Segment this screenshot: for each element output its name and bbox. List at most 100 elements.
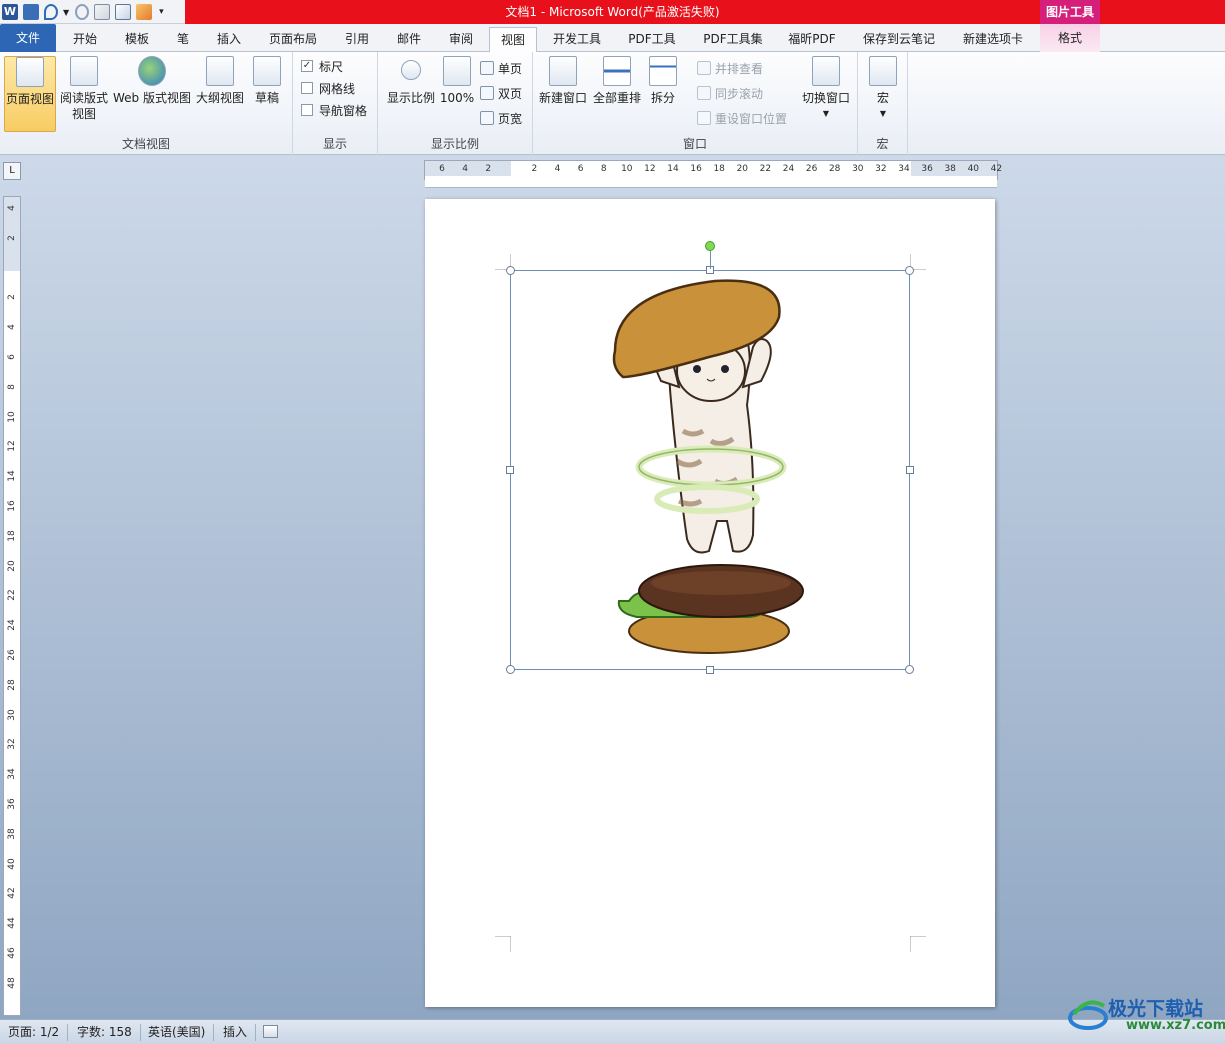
aurora-logo-icon [1068,1000,1108,1030]
window-title: 文档1 - Microsoft Word(产品激活失败) [185,0,1040,24]
tab-format[interactable]: 格式 [1040,24,1100,52]
qat-customize-icon[interactable]: ▾ [159,7,164,17]
tab-selector-button[interactable]: L [3,162,21,180]
new-window-icon [549,56,577,86]
one-page-label: 单页 [498,61,523,76]
vertical-ruler[interactable]: 4 2 2 4 6 8 10 12 14 16 18 20 22 24 26 28 30 32 34 36 38 40 42… [3,196,21,1016]
zoom-button[interactable]: 显示比例 [384,56,438,106]
split-button[interactable]: 拆分 [645,56,681,106]
status-insert-mode[interactable]: 插入 [223,1024,257,1041]
print-layout-icon [16,57,44,87]
document-workspace[interactable]: L 6 4 2 2 4 6 8 10 12 14 16 18 20 22 24 26 28 30 32 34 36 38 4… [0,156,1225,1019]
page-width-button[interactable]: 页宽 [480,109,522,127]
one-page-button[interactable]: 单页 [480,59,522,77]
status-bar: 页面: 1/2 字数: 158 英语(美国) 插入 [0,1019,1225,1044]
macro-record-icon[interactable] [263,1025,278,1038]
resize-handle-bottom-right[interactable] [905,665,914,674]
web-layout-label: Web 版式视图 [113,91,191,105]
reading-layout-label-b: 视图 [71,107,96,121]
edit-icon[interactable] [94,4,111,20]
print-layout-button[interactable]: 页面视图 [4,56,56,132]
h-ruler-number: 20 [736,164,749,174]
undo-icon[interactable] [44,4,58,20]
v-ruler-number: 14 [7,470,17,482]
tab-file[interactable]: 文件 [0,24,56,52]
resize-handle-left[interactable] [506,466,514,474]
magnifier-icon [401,60,421,80]
outline-label: 大纲视图 [195,91,244,105]
tab-view[interactable]: 视图 [489,27,537,52]
resize-handle-top-right[interactable] [905,266,914,275]
zoom-label: 显示比例 [386,91,435,105]
macros-label: 宏 [876,91,889,105]
v-ruler-number: 4 [7,205,17,211]
switch-windows-button[interactable]: 切换窗口 ▼ [799,56,853,122]
tab-home[interactable]: 开始 [62,27,108,52]
document-page[interactable] [425,199,995,1007]
group-window-label: 窗口 [682,137,707,151]
save-icon[interactable] [23,4,39,20]
v-ruler-number: 26 [7,649,17,661]
h-ruler-number: 32 [875,164,887,174]
v-ruler-number: 38 [7,828,17,840]
macros-button[interactable]: 宏 ▼ [866,56,900,122]
v-ruler-number: 42 [7,887,17,900]
switch-windows-dropdown-icon: ▼ [822,109,830,118]
gridlines-label: 网格线 [319,81,356,96]
ruler-label: 标尺 [319,59,344,74]
h-ruler-number: 2 [485,164,492,174]
new-window-button[interactable]: 新建窗口 [537,56,589,106]
tab-foxit-pdf[interactable]: 福昕PDF [779,27,845,52]
gridlines-checkbox[interactable]: 网格线 [301,79,355,97]
full-screen-reading-button[interactable]: 阅读版式 视图 [58,56,110,122]
print-layout-label: 页面视图 [5,92,54,106]
print-preview-icon[interactable] [115,4,132,20]
h-ruler-number: 6 [439,164,445,174]
two-pages-button[interactable]: 双页 [480,84,522,102]
redo-icon[interactable] [75,4,90,20]
title-bar: W ▼ ▾ 文档1 - Microsoft Word(产品激活失败) 图片工具 [0,0,1225,24]
web-layout-button[interactable]: Web 版式视图 [111,56,193,106]
resize-handle-top-left[interactable] [506,266,515,275]
tab-review[interactable]: 审阅 [438,27,484,52]
tab-new-tab[interactable]: 新建选项卡 [953,27,1033,52]
h-ruler-number: 36 [921,164,933,174]
resize-handle-bottom[interactable] [706,666,714,674]
navigation-pane-checkbox[interactable]: 导航窗格 [301,101,367,119]
status-page-count[interactable]: 页面: 1/2 [8,1024,69,1041]
reading-layout-label-a: 阅读版式 [59,91,108,105]
tab-mailings[interactable]: 邮件 [386,27,432,52]
undo-dropdown-icon[interactable]: ▼ [63,8,69,17]
tab-developer[interactable]: 开发工具 [543,27,611,52]
tab-pdf-tools[interactable]: PDF工具 [617,27,687,52]
draft-button[interactable]: 草稿 [248,56,286,106]
insert-picture-icon[interactable] [136,4,153,20]
tab-pen[interactable]: 笔 [166,27,200,52]
zoom-100-button[interactable]: 100% [438,56,476,106]
resize-handle-bottom-left[interactable] [506,665,515,674]
tab-templates[interactable]: 模板 [114,27,160,52]
rotate-handle[interactable] [705,241,715,251]
word-app-icon[interactable]: W [2,4,18,20]
outline-button[interactable]: 大纲视图 [194,56,246,106]
h-ruler-number: 8 [600,164,607,174]
tab-insert[interactable]: 插入 [206,27,252,52]
v-ruler-number: 22 [7,589,17,602]
status-language[interactable]: 英语(美国) [148,1024,215,1041]
resize-handle-right[interactable] [906,466,914,474]
tab-pdf-toolset[interactable]: PDF工具集 [693,27,773,52]
selected-picture[interactable] [510,270,910,670]
tab-references[interactable]: 引用 [334,27,380,52]
tab-page-layout[interactable]: 页面布局 [258,27,328,52]
v-ruler-number: 28 [7,679,17,691]
view-side-by-side-button[interactable]: 并排查看 [697,59,763,77]
arrange-all-button[interactable]: 全部重排 [591,56,643,106]
ruler-checkbox[interactable]: ✓ 标尺 [301,57,343,75]
reset-window-position-button[interactable]: 重设窗口位置 [697,109,787,127]
v-ruler-number: 40 [7,857,17,870]
tab-save-to-cloud[interactable]: 保存到云笔记 [851,27,947,52]
group-macros: 宏 ▼ 宏 [858,52,908,155]
synchronous-scrolling-button[interactable]: 同步滚动 [697,84,763,102]
cat-burger-illustration [612,279,804,654]
status-word-count[interactable]: 字数: 158 [77,1024,141,1041]
